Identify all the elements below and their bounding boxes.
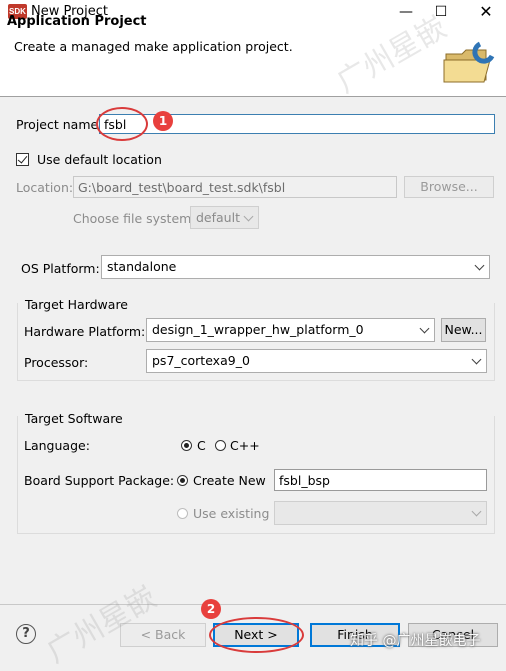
language-cpp-label: C++ (230, 438, 260, 453)
existing-bsp-select[interactable] (274, 501, 487, 525)
watermark: 广州星嵌 (41, 579, 163, 671)
language-label: Language: (24, 438, 90, 453)
project-name-label: Project name: (16, 117, 103, 132)
bsp-use-existing-radio[interactable] (177, 508, 188, 519)
chevron-down-icon (474, 260, 485, 271)
use-default-location-checkbox[interactable] (16, 153, 29, 166)
target-software-title: Target Software (25, 411, 123, 426)
chevron-down-icon (419, 323, 430, 334)
folder-c-icon (443, 41, 495, 83)
os-platform-value: standalone (107, 259, 177, 274)
os-platform-label: OS Platform: (21, 261, 100, 276)
project-name-highlight (96, 107, 148, 141)
watermark-footer: 知乎 @广州星嵌电子 (350, 633, 481, 649)
chevron-down-icon (243, 211, 254, 222)
bsp-create-new-radio[interactable] (177, 475, 188, 486)
hardware-platform-value: design_1_wrapper_hw_platform_0 (152, 322, 364, 337)
new-hardware-platform-button[interactable]: New... (441, 318, 486, 342)
os-platform-select[interactable]: standalone (101, 255, 490, 279)
help-icon[interactable]: ? (16, 624, 36, 644)
file-system-label: Choose file system: (73, 211, 196, 226)
footer-separator (0, 604, 506, 605)
language-cpp-radio[interactable] (215, 440, 226, 451)
bsp-name-input[interactable]: fsbl_bsp (274, 469, 487, 491)
browse-button[interactable]: Browse... (404, 176, 494, 198)
target-hardware-title: Target Hardware (25, 297, 128, 312)
file-system-value: default (196, 210, 240, 225)
page-title: Application Project (7, 14, 147, 29)
location-input[interactable]: G:\board_test\board_test.sdk\fsbl (73, 176, 397, 198)
close-icon[interactable]: ✕ (466, 0, 506, 24)
hardware-platform-select[interactable]: design_1_wrapper_hw_platform_0 (146, 318, 435, 342)
hardware-platform-label: Hardware Platform: (24, 324, 146, 339)
bsp-use-existing-label: Use existing (193, 506, 270, 521)
file-system-select[interactable]: default (190, 206, 259, 229)
step-badge-2: 2 (201, 599, 221, 619)
step-badge-1: 1 (153, 111, 173, 131)
next-button-highlight (209, 617, 304, 653)
processor-label: Processor: (24, 355, 89, 370)
language-c-label: C (197, 438, 206, 453)
location-label: Location: (16, 180, 74, 195)
chevron-down-icon (471, 506, 482, 517)
use-default-location-label: Use default location (37, 152, 162, 167)
language-c-radio[interactable] (181, 440, 192, 451)
processor-select[interactable]: ps7_cortexa9_0 (146, 349, 487, 373)
page-subtitle: Create a managed make application projec… (14, 39, 293, 54)
processor-value: ps7_cortexa9_0 (152, 353, 250, 368)
bsp-label: Board Support Package: (24, 473, 175, 488)
bsp-create-new-label: Create New (193, 473, 266, 488)
chevron-down-icon (471, 354, 482, 365)
